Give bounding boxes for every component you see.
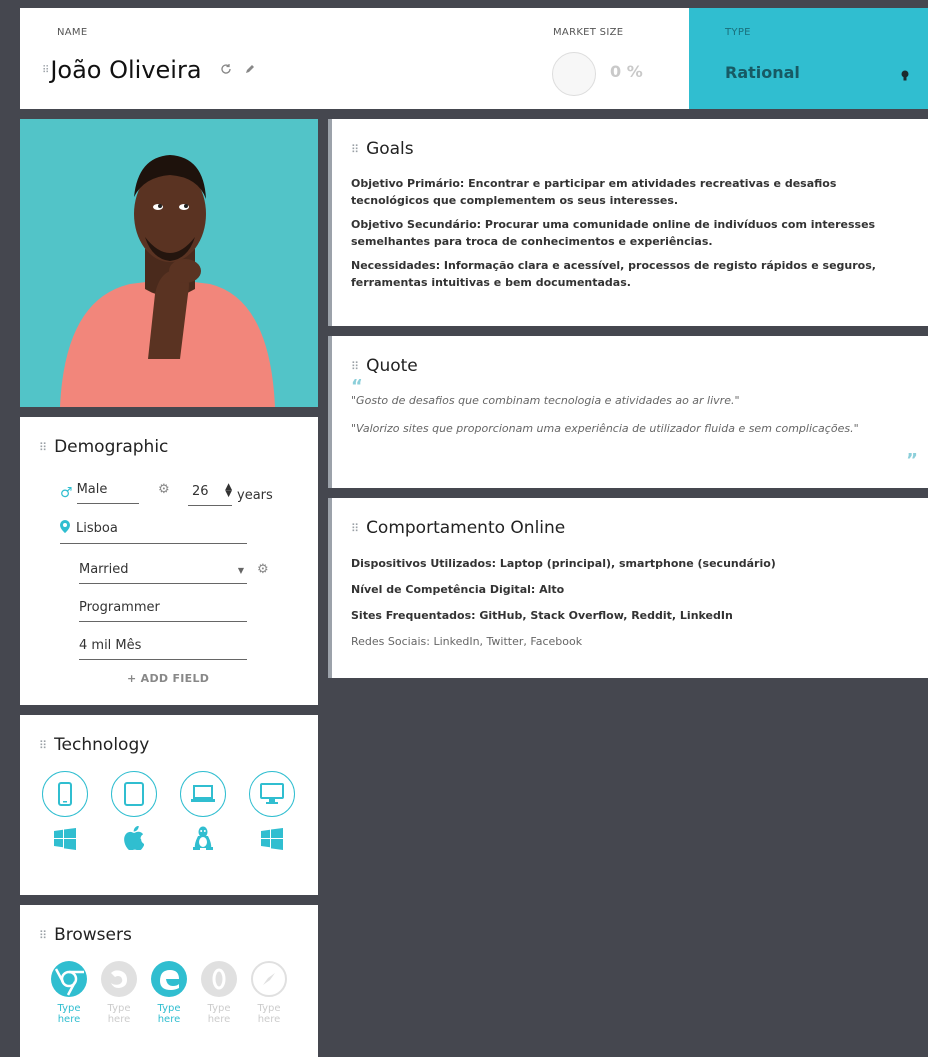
- browser-safari[interactable]: Type here: [251, 961, 287, 1025]
- browsers-title: Browsers: [54, 925, 132, 945]
- windows-icon[interactable]: [261, 828, 283, 850]
- browsers-title-row: ⠿ Browsers: [39, 925, 318, 945]
- marital-status-value: Married: [79, 562, 129, 577]
- drag-handle-icon[interactable]: ⠿: [351, 143, 359, 156]
- drag-handle-icon[interactable]: ⠿: [42, 65, 49, 76]
- goals-card: ⠿ Goals Objetivo Primário: Encontrar e p…: [328, 119, 928, 326]
- market-size-label: MARKET SIZE: [553, 27, 624, 38]
- demographic-card: ⠿ Demographic ♂ Male ⚙ 26 ▲ ▼ years Lisbo…: [20, 417, 318, 705]
- status-settings-gear-icon[interactable]: ⚙: [257, 562, 269, 577]
- goals-title: Goals: [366, 139, 414, 159]
- income-field[interactable]: 4 mil Mês: [79, 638, 247, 660]
- firefox-icon: [101, 961, 137, 997]
- devices-used[interactable]: Dispositivos Utilizados: Laptop (princip…: [351, 555, 901, 572]
- desktop-icon[interactable]: [249, 771, 295, 817]
- quote-card: ⠿ Quote “ "Gosto de desafios que combina…: [328, 336, 928, 488]
- browsers-card: ⠿ Browsers Type here Type here Type here…: [20, 905, 318, 1057]
- persona-photo[interactable]: [20, 119, 318, 407]
- open-quote-icon: “: [351, 376, 363, 397]
- drag-handle-icon[interactable]: ⠿: [39, 739, 47, 752]
- lightbulb-icon[interactable]: [901, 67, 909, 86]
- technology-title-row: ⠿ Technology: [39, 735, 318, 755]
- stepper-arrows-icon[interactable]: ▲ ▼: [225, 483, 232, 499]
- laptop-icon[interactable]: [180, 771, 226, 817]
- browser-edge[interactable]: Type here: [151, 961, 187, 1025]
- job-field[interactable]: Programmer: [79, 600, 247, 622]
- location-value: Lisboa: [76, 521, 118, 536]
- technology-title: Technology: [54, 735, 150, 755]
- digital-competence[interactable]: Nível de Competência Digital: Alto: [351, 581, 901, 598]
- quote-title-row: ⠿ Quote: [351, 356, 928, 376]
- name-label: NAME: [57, 27, 88, 38]
- persona-name[interactable]: João Oliveira: [50, 56, 201, 84]
- opera-icon: [201, 961, 237, 997]
- drag-handle-icon[interactable]: ⠿: [351, 522, 359, 535]
- age-stepper[interactable]: 26 ▲ ▼: [188, 483, 232, 506]
- drag-handle-icon[interactable]: ⠿: [351, 360, 359, 373]
- tablet-icon[interactable]: [111, 771, 157, 817]
- chevron-down-icon: ▼: [237, 566, 244, 575]
- male-icon: ♂: [60, 485, 73, 501]
- needs[interactable]: Necessidades: Informação clara e acessív…: [351, 257, 901, 291]
- apple-icon[interactable]: [123, 826, 145, 850]
- persona-header: NAME ⠿ João Oliveira MARKET SIZE 0 % TYP…: [20, 8, 928, 109]
- windows-icon[interactable]: [54, 828, 76, 850]
- browser-opera[interactable]: Type here: [201, 961, 237, 1025]
- demographic-title: Demographic: [54, 437, 169, 457]
- goal-secondary[interactable]: Objetivo Secundário: Procurar uma comuni…: [351, 216, 901, 250]
- online-behaviour-card: ⠿ Comportamento Online Dispositivos Util…: [328, 498, 928, 678]
- goals-title-row: ⠿ Goals: [351, 139, 928, 159]
- browser-chrome[interactable]: Type here: [51, 961, 87, 1025]
- close-quote-icon: ”: [906, 450, 918, 471]
- quote-title: Quote: [366, 356, 418, 376]
- add-field-button[interactable]: + ADD FIELD: [127, 672, 209, 685]
- market-size-value: 0 %: [610, 62, 643, 81]
- browser-label[interactable]: Type here: [201, 1003, 237, 1025]
- age-unit: years: [237, 487, 273, 503]
- browser-label[interactable]: Type here: [151, 1003, 187, 1025]
- location-pin-icon: [60, 520, 70, 537]
- chrome-icon: [51, 961, 87, 997]
- sites-visited[interactable]: Sites Frequentados: GitHub, Stack Overfl…: [351, 607, 901, 624]
- drag-handle-icon[interactable]: ⠿: [39, 929, 47, 942]
- demographic-title-row: ⠿ Demographic: [39, 437, 318, 457]
- quote-line-1[interactable]: "Gosto de desafios que combinam tecnolog…: [351, 394, 928, 407]
- technology-card: ⠿ Technology: [20, 715, 318, 895]
- browser-firefox[interactable]: Type here: [101, 961, 137, 1025]
- location-field[interactable]: Lisboa: [60, 520, 247, 544]
- persona-photo-illustration: [20, 119, 318, 407]
- age-row: 26 ▲ ▼ years: [188, 483, 273, 506]
- type-panel[interactable]: TYPE Rational: [689, 8, 928, 109]
- online-title: Comportamento Online: [366, 518, 566, 538]
- social-networks[interactable]: Redes Sociais: LinkedIn, Twitter, Facebo…: [351, 633, 901, 650]
- safari-icon: [251, 961, 287, 997]
- gender-settings-gear-icon[interactable]: ⚙: [158, 482, 170, 497]
- gender-field[interactable]: Male: [76, 482, 139, 504]
- quote-line-2[interactable]: "Valorizo sites que proporcionam uma exp…: [351, 422, 928, 435]
- market-size-chart[interactable]: [552, 52, 596, 96]
- goal-primary[interactable]: Objetivo Primário: Encontrar e participa…: [351, 175, 901, 209]
- linux-icon[interactable]: [192, 826, 214, 850]
- gender-row: ♂ Male: [60, 482, 139, 504]
- smartphone-icon[interactable]: [42, 771, 88, 817]
- refresh-icon[interactable]: [220, 63, 232, 78]
- marital-status-select[interactable]: Married ▼: [79, 562, 247, 584]
- browser-label[interactable]: Type here: [251, 1003, 287, 1025]
- type-value[interactable]: Rational: [725, 63, 800, 82]
- browser-label[interactable]: Type here: [51, 1003, 87, 1025]
- browser-label[interactable]: Type here: [101, 1003, 137, 1025]
- edit-pencil-icon[interactable]: [244, 63, 256, 78]
- persona-name-row: ⠿ João Oliveira: [42, 56, 256, 84]
- drag-handle-icon[interactable]: ⠿: [39, 441, 47, 454]
- type-label: TYPE: [725, 27, 751, 38]
- online-title-row: ⠿ Comportamento Online: [351, 518, 928, 538]
- edge-icon: [151, 961, 187, 997]
- age-value: 26: [192, 484, 209, 499]
